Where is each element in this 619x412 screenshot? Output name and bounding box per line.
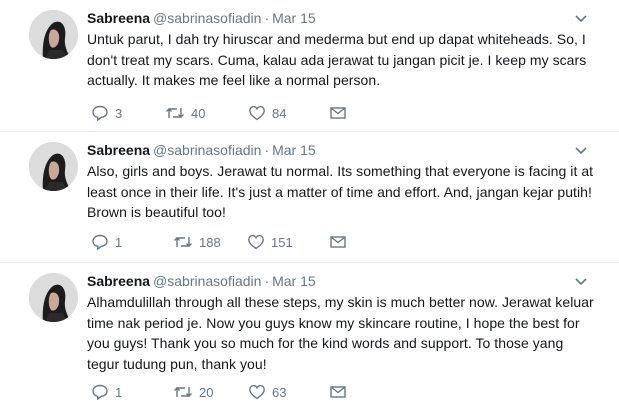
display-name[interactable]: Sabreena [87,273,150,289]
like-button[interactable]: 151 [247,232,293,252]
separator-dot: · [264,10,270,26]
user-handle[interactable]: @sabrinasofiadin [153,142,261,158]
timestamp[interactable]: Mar 15 [272,273,316,289]
retweet-button[interactable]: 188 [173,232,221,252]
chevron-down-icon[interactable] [574,274,588,288]
reply-button[interactable]: 3 [91,103,122,123]
retweet-icon [166,108,184,118]
reply-icon [92,384,108,401]
tweet-text-line: Untuk parut, I dah try hiruscar and mede… [87,31,586,47]
like-button[interactable]: 63 [248,382,286,402]
retweet-count: 188 [199,234,221,250]
tweet-text: Untuk parut, I dah try hiruscar and mede… [87,29,609,91]
like-button[interactable]: 84 [248,103,286,123]
tweet-text-line: actually. It makes me feel like a normal… [87,72,381,88]
reply-button[interactable]: 1 [91,382,122,402]
display-name[interactable]: Sabreena [87,142,150,158]
avatar[interactable] [29,273,78,322]
like-count: 84 [272,105,287,121]
tweet-text-line: tegur tudung pun, thank you! [87,355,267,372]
tweet[interactable]: Sabreena @sabrinasofiadin · Mar 15 Also, gi… [0,131,619,264]
reply-count: 1 [115,384,123,400]
tweet-text-line: don't treat my scars. Cuma, kalau ada je… [87,51,587,68]
tweet-text-line: least once in their life. It's just a ma… [87,183,592,200]
direct-message-icon [330,386,346,398]
direct-message-button[interactable] [329,103,347,123]
like-count: 63 [272,384,287,400]
heart-icon [249,384,265,400]
direct-message-icon [330,107,346,119]
display-name[interactable]: Sabreena [87,10,150,26]
tweet-header: Sabreena @sabrinasofiadin · Mar 15 [87,9,316,27]
tweet-text-line: you guys! Thank you so much for the kind… [87,335,564,351]
avatar-image [29,10,78,59]
tweet-text-line: Brown is beautiful too! [87,204,226,220]
avatar[interactable] [29,142,78,191]
retweet-icon [174,387,192,397]
tweet[interactable]: Sabreena @sabrinasofiadin · Mar 15 Untuk pa… [0,0,619,136]
user-handle[interactable]: @sabrinasofiadin [153,10,261,26]
avatar-image [29,273,78,322]
retweet-count: 40 [191,105,206,121]
user-handle[interactable]: @sabrinasofiadin [153,273,261,289]
heart-icon [249,105,265,121]
tweet-text-line: Also, girls and boys. Jerawat tu normal.… [87,163,594,179]
reply-icon [92,105,108,122]
tweet-text-line: time nak period je. Now you guys know my… [87,314,580,331]
tweet-text: Alhamdulillah through all these steps, m… [87,292,609,374]
avatar[interactable] [29,10,78,59]
chevron-down-icon[interactable] [574,143,588,157]
direct-message-button[interactable] [329,232,347,252]
reply-count: 3 [115,105,123,121]
reply-count: 1 [115,234,123,250]
reply-button[interactable]: 1 [91,232,122,252]
tweet-header: Sabreena @sabrinasofiadin · Mar 15 [87,141,316,159]
direct-message-icon [330,236,346,248]
timestamp[interactable]: Mar 15 [272,142,316,158]
timestamp[interactable]: Mar 15 [272,10,316,26]
avatar-image [29,142,78,191]
retweet-button[interactable]: 40 [165,103,205,123]
retweet-button[interactable]: 20 [173,382,213,402]
tweet-header: Sabreena @sabrinasofiadin · Mar 15 [87,272,316,290]
retweet-icon [174,237,192,247]
tweet-feed: Sabreena @sabrinasofiadin · Mar 15 Untuk pa… [0,0,619,411]
separator-dot: · [264,142,270,158]
separator-dot: · [264,273,270,289]
tweet-text: Also, girls and boys. Jerawat tu normal.… [87,161,609,223]
reply-icon [92,234,108,251]
chevron-down-icon[interactable] [574,11,588,25]
direct-message-button[interactable] [329,382,347,402]
heart-icon [248,234,264,250]
like-count: 151 [271,234,293,250]
retweet-count: 20 [199,384,214,400]
tweet[interactable]: Sabreena @sabrinasofiadin · Mar 15 Alhamdul… [0,262,619,412]
tweet-text-line: Alhamdulillah through all these steps, m… [87,294,594,310]
